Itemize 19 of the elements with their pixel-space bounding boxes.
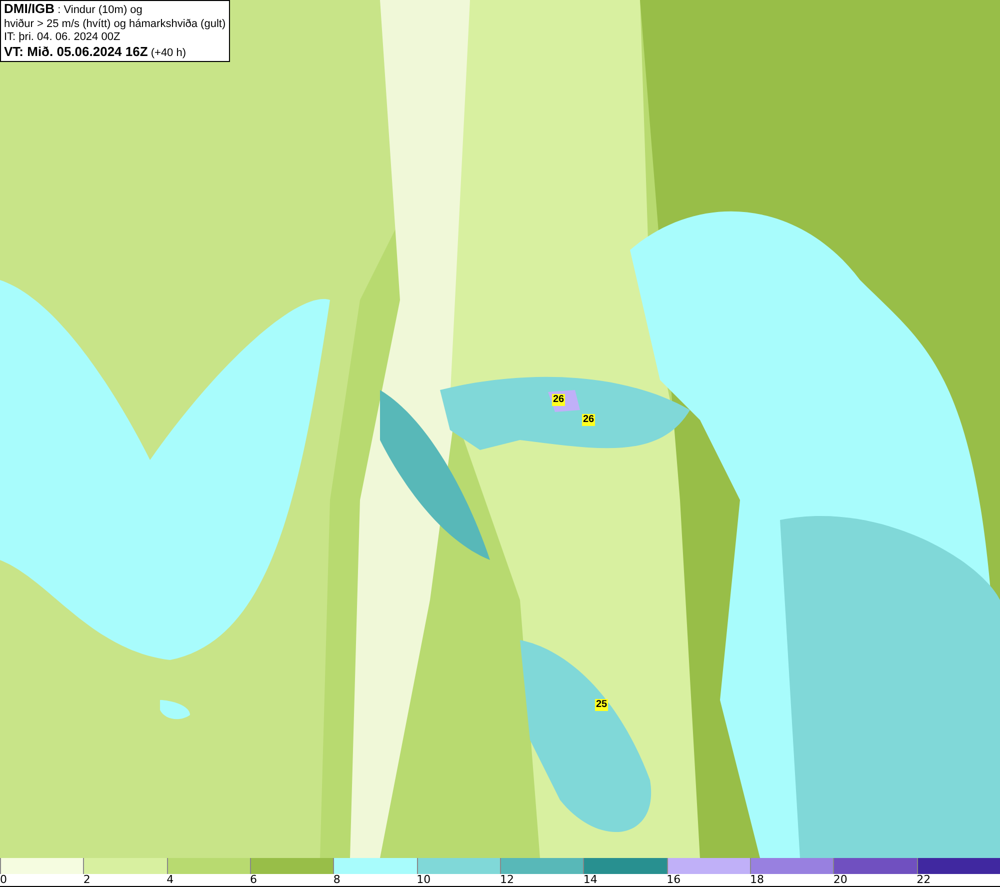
header-line: DMI/IGB : Vindur (10m) og	[4, 2, 144, 18]
legend-tick-label: 6	[250, 874, 257, 886]
legend-tick-label: 18	[750, 874, 764, 886]
legend-tick-label: 4	[166, 874, 174, 886]
header-line: IT: þri. 04. 06. 2024 00Z	[4, 31, 122, 44]
header-line: VT: Mið. 05.06.2024 16Z (+40 h)	[4, 44, 188, 60]
legend-tick-label: 8	[333, 874, 340, 886]
legend-tick-label: 12	[500, 874, 514, 886]
legend-tick-label: 16	[666, 874, 681, 886]
legend-tick-label: 0	[0, 874, 7, 886]
header-line: hviður > 25 m/s (hvítt) og hámarkshviða (gult)	[4, 18, 226, 31]
gust-label: 26	[552, 394, 566, 406]
legend-tick-label: 20	[833, 874, 848, 886]
gust-label: 25	[595, 699, 608, 711]
gust-label: 26	[582, 414, 596, 426]
legend-tick-label: 22	[916, 874, 931, 886]
legend-tick-label: 10	[416, 874, 431, 886]
legend-tick-label: 2	[83, 874, 90, 886]
legend-tick-label: 14	[583, 874, 598, 886]
